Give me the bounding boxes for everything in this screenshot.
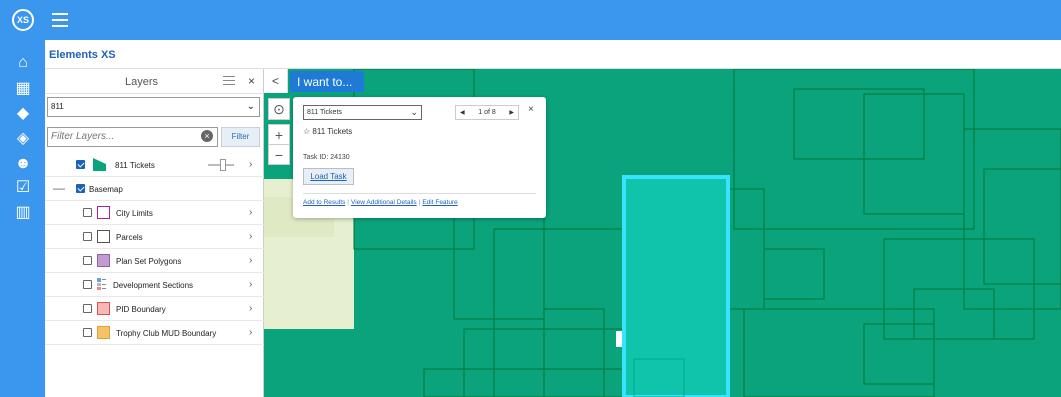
layer-label: PID Boundary [116,305,166,314]
clear-filter-icon[interactable]: × [201,130,213,142]
multi-symbol-icon [97,278,106,290]
layer-label: Development Sections [113,281,194,290]
layer-checkbox[interactable] [76,184,85,193]
layer-row-811-tickets[interactable]: 811 Tickets › [45,153,264,177]
layer-swatch [97,230,110,243]
close-icon[interactable]: × [528,104,534,115]
feature-title-row: ☆ 811 Tickets [303,127,352,136]
layer-row-parcels[interactable]: Parcels › [45,225,264,249]
chevron-right-icon[interactable]: › [249,255,252,266]
filter-placeholder: Filter Layers... [51,131,115,142]
task-id: Task ID: 24130 [303,154,350,161]
top-bar: XS [0,0,1061,40]
layer-row-plan-set-polygons[interactable]: Plan Set Polygons › [45,249,264,273]
zoom-in-button[interactable]: + [268,124,290,145]
layer-swatch [97,326,110,339]
layer-dropdown[interactable]: 811 ⌄ [47,97,260,117]
xs-logo[interactable]: XS [12,9,34,31]
opacity-slider[interactable] [208,159,234,171]
map-pin-icon[interactable]: ◈ [12,128,34,150]
layer-label: Trophy Club MUD Boundary [116,329,217,338]
chevron-right-icon[interactable]: › [249,279,252,290]
feature-title: 811 Tickets [312,127,353,136]
layer-label: City Limits [116,209,153,218]
layers-panel: Layers × 811 ⌄ Filter Layers... × Filter… [45,69,264,397]
list-menu-icon[interactable] [223,76,235,88]
layer-checkbox[interactable] [83,232,92,241]
layer-label: Basemap [89,185,123,194]
polygon-layer-icon [93,158,106,171]
layer-label: 811 Tickets [115,161,155,170]
collapse-icon[interactable]: — [53,181,65,195]
feature-popup: 811 Tickets ⌄ ◀ 1 of 8 ▶ × ☆ 811 Tickets… [293,97,546,218]
next-icon[interactable]: ▶ [509,109,514,116]
layer-row-pid-boundary[interactable]: PID Boundary › [45,297,264,321]
layer-checkbox[interactable] [83,208,92,217]
popup-layer-select[interactable]: 811 Tickets ⌄ [303,105,422,120]
checkbox-icon[interactable]: ☑ [12,177,34,199]
layer-label: Plan Set Polygons [116,257,182,266]
layer-row-city-limits[interactable]: City Limits › [45,201,264,225]
view-details-link[interactable]: View Additional Details [351,199,417,206]
layer-group-basemap[interactable]: — Basemap [45,177,264,201]
chevron-right-icon[interactable]: › [249,207,252,218]
layer-checkbox[interactable] [83,280,92,289]
app-window: XS ⌂ ▦ ◆ ◈ ☻ ☑ ▥ Elements XS Layers × 81… [0,0,1061,397]
collapse-panel-button[interactable]: < [264,69,288,93]
chevron-right-icon[interactable]: › [249,159,252,170]
chevron-right-icon[interactable]: › [249,327,252,338]
layer-checkbox[interactable] [83,304,92,313]
left-nav-rail: ⌂ ▦ ◆ ◈ ☻ ☑ ▥ [0,40,45,397]
layers-title: Layers [125,76,159,88]
load-task-button[interactable]: Load Task [303,168,354,185]
chevron-down-icon: ⌄ [410,107,418,117]
chevron-right-icon[interactable]: › [249,231,252,242]
hamburger-menu-icon[interactable] [52,13,68,27]
chevron-right-icon[interactable]: › [249,303,252,314]
layers-header: Layers × [45,69,264,94]
layer-checkbox[interactable] [76,160,85,169]
zoom-out-button[interactable]: − [268,144,290,165]
layer-dropdown-value: 811 [51,102,64,111]
filter-layers-input[interactable]: Filter Layers... × [47,127,218,147]
users-icon[interactable]: ☻ [12,153,34,175]
layer-row-development-sections[interactable]: Development Sections › [45,273,264,297]
layer-swatch [97,206,110,219]
popup-links: Add to Results | View Additional Details | E… [303,199,458,206]
locate-icon[interactable]: ⊙ [268,98,290,120]
layer-label: Parcels [116,233,143,242]
layer-swatch [97,302,110,315]
home-icon[interactable]: ⌂ [12,52,34,74]
filter-button[interactable]: Filter [221,127,260,147]
add-to-results-link[interactable]: Add to Results [303,199,345,206]
edit-feature-link[interactable]: Edit Feature [422,199,457,206]
chart-icon[interactable]: ▥ [12,202,34,224]
chevron-down-icon: ⌄ [246,101,255,112]
i-want-to-button[interactable]: I want to... [290,71,364,92]
previous-icon[interactable]: ◀ [460,109,465,116]
feature-pager: ◀ 1 of 8 ▶ [455,105,519,120]
close-icon[interactable]: × [248,74,255,88]
popup-layer-value: 811 Tickets [307,109,342,116]
layer-row-trophy-club-mud[interactable]: Trophy Club MUD Boundary › [45,321,264,345]
layer-checkbox[interactable] [83,256,92,265]
building-icon[interactable]: ▦ [12,78,34,100]
page-title-bar: Elements XS [45,40,1061,69]
star-icon[interactable]: ☆ [303,127,310,136]
pager-text: 1 of 8 [478,109,496,116]
divider [303,193,536,194]
layer-checkbox[interactable] [83,328,92,337]
paint-bucket-icon[interactable]: ◆ [12,103,34,125]
layer-swatch [97,254,110,267]
page-title: Elements XS [49,49,116,61]
